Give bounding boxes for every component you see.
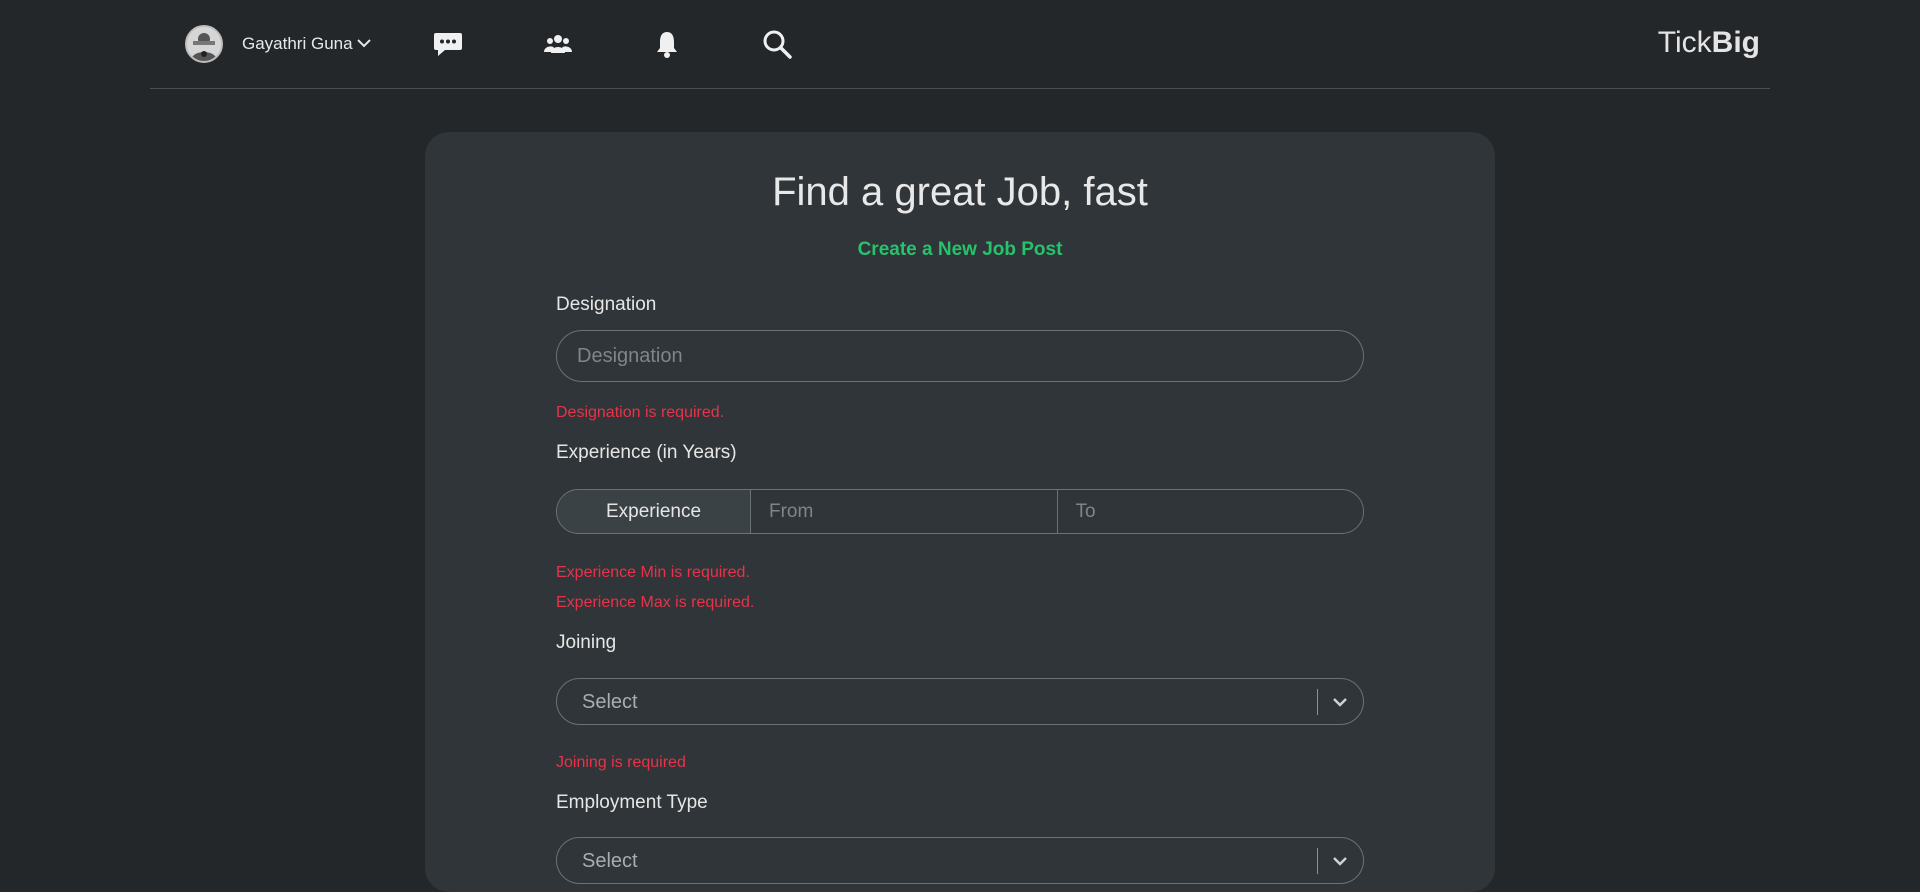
joining-selected-value: Select xyxy=(582,691,638,713)
employment-type-select[interactable]: Select xyxy=(556,837,1364,884)
search-icon[interactable] xyxy=(761,28,793,60)
experience-to-input[interactable] xyxy=(1057,490,1363,533)
designation-error: Designation is required. xyxy=(556,404,725,421)
employment-type-label: Employment Type xyxy=(556,792,708,813)
joining-label: Joining xyxy=(556,632,617,653)
create-job-post-link[interactable]: Create a New Job Post xyxy=(425,239,1495,261)
select-divider xyxy=(1317,848,1318,874)
experience-range-group: Experience xyxy=(556,489,1364,534)
designation-label: Designation xyxy=(556,294,657,315)
joining-error: Joining is required xyxy=(556,754,686,771)
brand-logo[interactable]: TickBig xyxy=(1658,26,1760,60)
experience-tag: Experience xyxy=(557,490,751,533)
chevron-down-icon[interactable] xyxy=(1331,693,1349,716)
experience-min-error: Experience Min is required. xyxy=(556,564,750,581)
chevron-down-icon[interactable] xyxy=(356,35,372,56)
select-divider xyxy=(1317,689,1318,715)
users-icon[interactable] xyxy=(542,28,574,60)
experience-label: Experience (in Years) xyxy=(556,442,737,463)
job-form-card: Find a great Job, fast Create a New Job … xyxy=(425,132,1495,892)
employment-type-selected-value: Select xyxy=(582,850,638,872)
chat-icon[interactable] xyxy=(432,28,464,60)
experience-from-input[interactable] xyxy=(751,490,1058,533)
experience-max-error: Experience Max is required. xyxy=(556,594,755,611)
page-title: Find a great Job, fast xyxy=(772,170,1148,214)
top-navigation-bar: Gayathri Guna TickBig xyxy=(150,0,1770,89)
designation-input[interactable] xyxy=(556,330,1364,382)
user-name[interactable]: Gayathri Guna xyxy=(242,34,353,54)
bell-icon[interactable] xyxy=(651,28,683,60)
joining-select[interactable]: Select xyxy=(556,678,1364,725)
avatar-icon[interactable] xyxy=(185,25,223,63)
chevron-down-icon[interactable] xyxy=(1331,852,1349,875)
